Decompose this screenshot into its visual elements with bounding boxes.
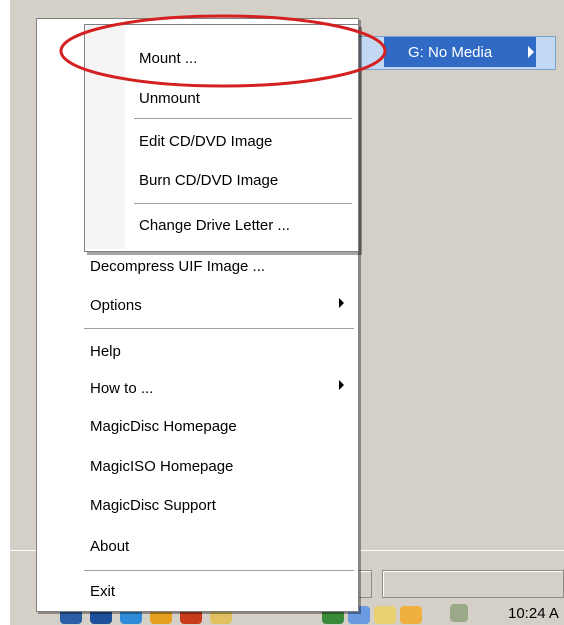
menu-item-exit[interactable]: Exit [90,583,115,605]
submenu-arrow-icon [339,380,344,390]
submenu-item-unmount[interactable]: Unmount [139,90,200,107]
menu-item-magicdisc-homepage[interactable]: MagicDisc Homepage [90,418,237,440]
submenu-gutter [85,25,125,249]
submenu-arrow-icon [528,46,534,58]
menu-item-magicdisc-support[interactable]: MagicDisc Support [90,497,216,519]
drive-tray-icon[interactable] [450,604,468,622]
submenu-item-mount[interactable]: Mount ... [139,50,197,67]
submenu-item-burn-image[interactable]: Burn CD/DVD Image [139,172,278,189]
menu-item-magiciso-homepage[interactable]: MagicISO Homepage [90,458,233,480]
submenu-separator [134,203,352,205]
menu-item-about[interactable]: About [90,538,129,560]
menu-separator [84,570,354,572]
drive-item-label: G: No Media [408,44,493,61]
submenu-arrow-icon [339,298,344,308]
submenu-separator [134,118,352,120]
mail-icon[interactable] [374,606,396,624]
menu-item-options[interactable]: Options [90,297,142,319]
submenu-item-edit-image[interactable]: Edit CD/DVD Image [139,133,272,150]
taskbar-button[interactable] [382,570,564,598]
tray-icon[interactable] [400,606,422,624]
menu-item-how-to[interactable]: How to ... [90,380,153,402]
submenu-item-change-drive-letter[interactable]: Change Drive Letter ... [139,217,290,234]
taskbar-clock: 10:24 A [508,605,559,622]
menu-separator [84,328,354,330]
menu-item-help[interactable]: Help [90,343,121,365]
menu-item-decompress-uif[interactable]: Decompress UIF Image ... [90,258,265,280]
